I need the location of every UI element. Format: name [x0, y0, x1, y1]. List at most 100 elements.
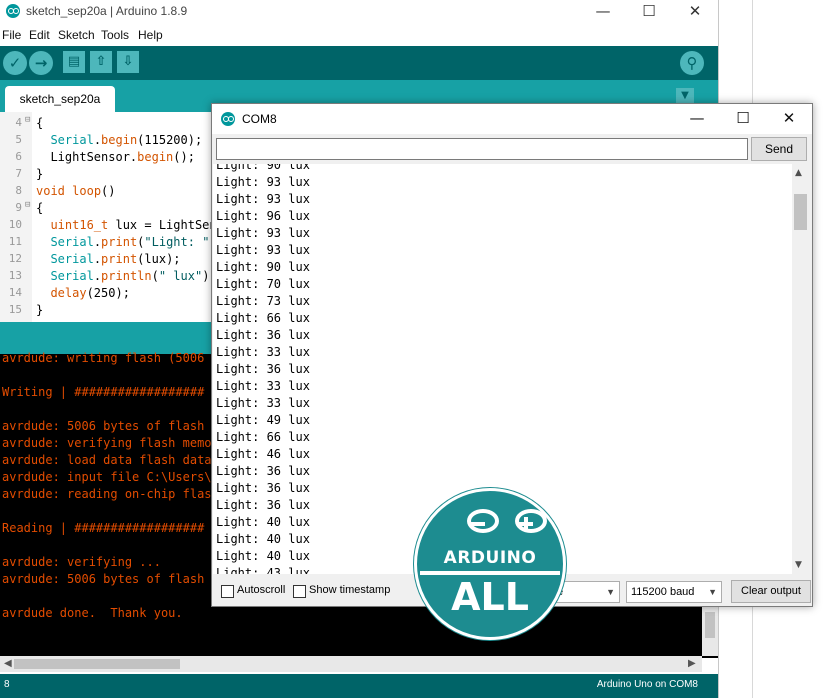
arduino-logo-icon [221, 112, 235, 126]
line-number: 14 [8, 286, 22, 299]
ide-minimize-button[interactable]: — [580, 0, 626, 24]
logo-ring-left [467, 509, 499, 533]
scroll-up-icon[interactable]: ▲ [795, 168, 802, 178]
serial-close-button[interactable]: ✕ [766, 104, 812, 134]
serial-output-line: Light: 36 lux [216, 498, 310, 512]
menu-sketch[interactable]: Sketch [58, 28, 95, 42]
serial-output-line: Light: 93 lux [216, 175, 310, 189]
line-number: 15 [8, 303, 22, 316]
menu-help[interactable]: Help [138, 28, 163, 42]
serial-output-line: Light: 66 lux [216, 311, 310, 325]
clear-output-button[interactable]: Clear output [731, 580, 811, 603]
menu-tools[interactable]: Tools [101, 28, 129, 42]
serial-output-line: Light: 46 lux [216, 447, 310, 461]
chevron-down-icon: ▼ [606, 587, 615, 597]
ide-title-bar: sketch_sep20a | Arduino 1.8.9 — ☐ ✕ [0, 0, 718, 24]
menu-edit[interactable]: Edit [29, 28, 50, 42]
serial-vertical-scrollbar[interactable]: ▲ ▼ [792, 164, 809, 574]
code-text: Serial.print("Light: ") [50, 235, 216, 249]
watermark-sub: ALL [451, 575, 529, 619]
new-sketch-button[interactable]: ▤ [63, 51, 85, 73]
autoscroll-label: Autoscroll [237, 584, 286, 596]
upload-button[interactable]: → [29, 51, 53, 75]
ide-maximize-button[interactable]: ☐ [626, 0, 672, 24]
watermark-word: ARDUINO [443, 548, 537, 568]
line-number: 7 [15, 167, 22, 180]
line-number: 9 [15, 201, 22, 214]
infinity-logo-rings [451, 509, 547, 539]
code-text: LightSensor.begin(); [36, 150, 195, 164]
console-line: avrdude: input file C:\Users\A [2, 470, 219, 484]
serial-output-line: Light: 40 lux [216, 549, 310, 563]
serial-output-line: Light: 93 lux [216, 192, 310, 206]
baud-rate-value: 115200 baud [631, 586, 695, 598]
show-timestamp-label: Show timestamp [309, 584, 391, 596]
code-text: Serial.begin(115200); [50, 133, 203, 147]
serial-port-title: COM8 [242, 112, 277, 126]
save-sketch-button[interactable]: ⇩ [117, 51, 139, 73]
console-line: Reading | ################## [2, 521, 205, 535]
console-line: avrdude: reading on-chip flash [2, 487, 219, 501]
ide-close-button[interactable]: ✕ [672, 0, 718, 24]
serial-output-line: Light: 73 lux [216, 294, 310, 308]
scroll-down-icon[interactable]: ▼ [795, 560, 802, 570]
serial-output-line: Light: 36 lux [216, 362, 310, 376]
line-number: 5 [15, 133, 22, 146]
console-line: avrdude: 5006 bytes of flash v [2, 572, 219, 586]
serial-output-line: Light: 33 lux [216, 379, 310, 393]
serial-vscroll-thumb[interactable] [794, 194, 807, 230]
console-line: avrdude: writing flash (5006 b [2, 351, 219, 365]
chevron-down-icon: ▼ [708, 587, 717, 597]
line-number: 8 [15, 184, 22, 197]
show-timestamp-checkbox[interactable] [293, 585, 306, 598]
line-number: 10 [8, 218, 22, 231]
open-sketch-button[interactable]: ⇧ [90, 51, 112, 73]
serial-maximize-button[interactable]: ☐ [720, 104, 766, 134]
logo-plus-icon-vertical [524, 517, 528, 531]
tab-sketch[interactable]: sketch_sep20a [5, 86, 115, 112]
serial-output-line: Light: 36 lux [216, 328, 310, 342]
serial-minimize-button[interactable]: — [674, 104, 720, 134]
line-number: 12 [8, 252, 22, 265]
console-vscroll-thumb[interactable] [705, 612, 715, 638]
scroll-left-icon[interactable]: ◀ [4, 658, 12, 669]
verify-button[interactable]: ✓ [3, 51, 27, 75]
serial-output-line: Light: 49 lux [216, 413, 310, 427]
tab-menu-chevron-down-icon[interactable]: ▼ [676, 88, 694, 104]
serial-output-line: Light: 33 lux [216, 345, 310, 359]
serial-output-line: Light: 36 lux [216, 464, 310, 478]
send-button[interactable]: Send [751, 137, 807, 161]
console-hscroll-thumb[interactable] [14, 659, 180, 669]
code-text: delay(250); [50, 286, 130, 300]
board-port-status: Arduino Uno on COM8 [596, 679, 698, 690]
ide-title: sketch_sep20a | Arduino 1.8.9 [26, 4, 188, 18]
console-line: avrdude: verifying flash memor [2, 436, 219, 450]
serial-output-line: Light: 96 lux [216, 209, 310, 223]
serial-monitor-button[interactable]: ⚲ [680, 51, 704, 75]
fold-toggle-icon[interactable]: ⊟ [25, 200, 30, 210]
menu-file[interactable]: File [2, 28, 21, 42]
ide-status-bar: 8 Arduino Uno on COM8 [0, 674, 718, 698]
serial-output-line: Light: 43 lux [216, 566, 310, 574]
code-text: { [36, 116, 44, 130]
serial-output-line: Light: 40 lux [216, 532, 310, 546]
console-line: avrdude: 5006 bytes of flash w [2, 419, 219, 433]
console-line: Writing | ################## [2, 385, 205, 399]
code-text: uint16_t lux = LightSen [50, 218, 217, 232]
serial-output-line: Light: 66 lux [216, 430, 310, 444]
baud-rate-select[interactable]: 115200 baud ▼ [626, 581, 722, 603]
logo-minus-icon [471, 522, 485, 526]
scroll-right-icon[interactable]: ▶ [688, 658, 696, 669]
menu-bar: File Edit Sketch Tools Help [0, 26, 718, 46]
fold-toggle-icon[interactable]: ⊟ [25, 115, 30, 125]
console-horizontal-scrollbar[interactable]: ◀ ▶ [0, 656, 702, 672]
line-number: 13 [8, 269, 22, 282]
line-number: 6 [15, 150, 22, 163]
console-vertical-scrollbar[interactable] [702, 600, 718, 656]
serial-output-line: Light: 36 lux [216, 481, 310, 495]
line-number: 11 [8, 235, 22, 248]
code-text: { [36, 201, 44, 215]
serial-send-input[interactable] [216, 138, 748, 160]
autoscroll-checkbox[interactable] [221, 585, 234, 598]
arduino-all-watermark: ARDUINO ALL [414, 488, 566, 640]
